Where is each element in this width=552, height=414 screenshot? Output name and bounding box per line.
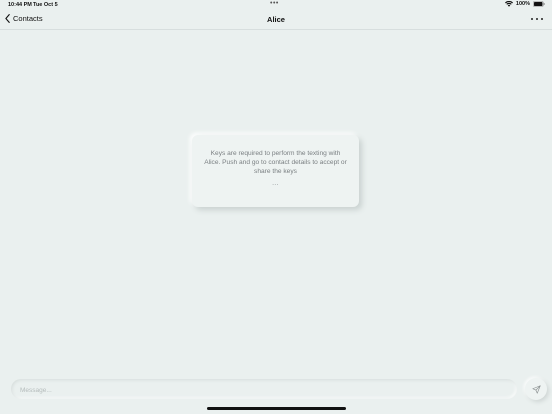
send-button[interactable] <box>525 378 547 400</box>
notice-text: Keys are required to perform the texting… <box>204 150 347 175</box>
keys-required-notice: Keys are required to perform the texting… <box>192 135 359 207</box>
status-time: 10:44 PM <box>8 2 32 8</box>
multitasking-dots[interactable]: ••• <box>270 0 279 7</box>
navigation-bar: Contacts Alice <box>0 10 552 30</box>
message-composer <box>11 379 517 401</box>
wifi-icon <box>504 1 513 7</box>
status-bar: 10:44 PM Tue Oct 5 ••• 100% <box>0 0 552 10</box>
chat-screen: 10:44 PM Tue Oct 5 ••• 100% Contacts Ali… <box>0 0 552 414</box>
status-date: Tue Oct 5 <box>33 2 58 8</box>
battery-icon <box>533 1 545 7</box>
battery-percent: 100% <box>515 1 530 7</box>
status-indicators: 100% <box>504 1 545 7</box>
message-input[interactable] <box>11 380 517 401</box>
ellipsis-icon <box>531 18 533 20</box>
paper-plane-icon <box>531 384 541 394</box>
notice-ellipsis: ... <box>272 181 279 187</box>
more-options-button[interactable] <box>531 15 543 23</box>
home-indicator[interactable] <box>207 407 346 410</box>
page-title: Alice <box>267 15 285 24</box>
